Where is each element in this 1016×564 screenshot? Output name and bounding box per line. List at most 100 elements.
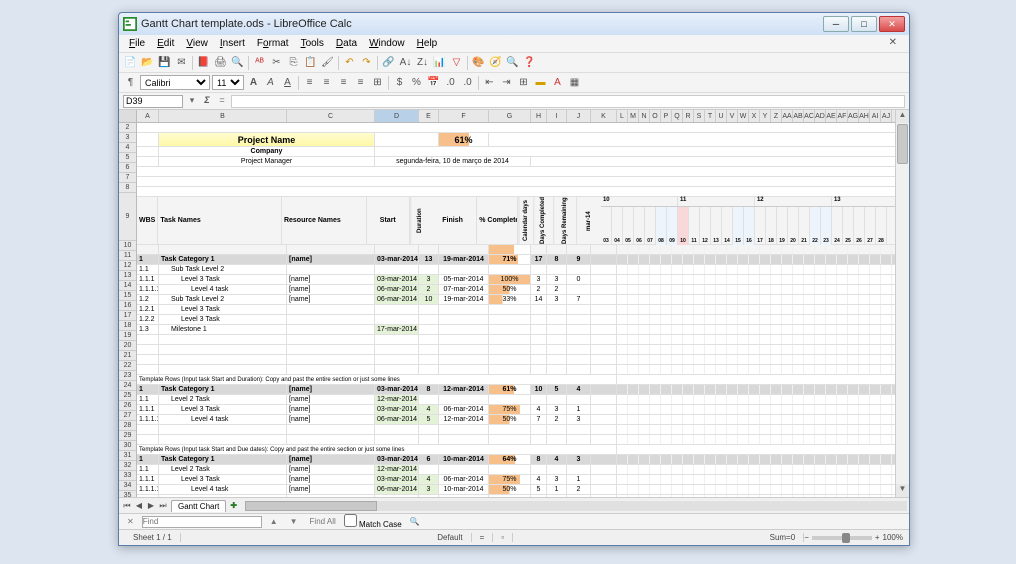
minimize-button[interactable]: ─ (823, 16, 849, 32)
row-header[interactable]: 10 (119, 241, 136, 251)
percent-icon[interactable]: % (409, 75, 424, 90)
add-sheet-icon[interactable]: ✚ (230, 501, 237, 510)
row-header[interactable]: 12 (119, 261, 136, 271)
col-header[interactable]: N (639, 110, 650, 122)
email-icon[interactable]: ✉ (174, 55, 189, 70)
zoom-slider[interactable] (812, 536, 872, 540)
col-header[interactable]: F (439, 110, 489, 122)
pdf-icon[interactable]: 📕 (196, 55, 211, 70)
col-header[interactable]: AC (804, 110, 815, 122)
col-header[interactable]: E (419, 110, 439, 122)
scroll-thumb[interactable] (897, 124, 908, 164)
col-header[interactable]: O (650, 110, 661, 122)
row-header[interactable]: 32 (119, 461, 136, 471)
redo-icon[interactable]: ↷ (359, 55, 374, 70)
status-selection-mode[interactable]: ▫ (493, 533, 513, 542)
fontcolor-icon[interactable]: A (550, 75, 565, 90)
menu-edit[interactable]: Edit (151, 37, 180, 50)
horizontal-scrollbar[interactable] (245, 501, 907, 511)
col-header[interactable]: Y (760, 110, 771, 122)
row-header[interactable]: 18 (119, 321, 136, 331)
sort-asc-icon[interactable]: A↓ (398, 55, 413, 70)
align-left-icon[interactable]: ≡ (302, 75, 317, 90)
merge-icon[interactable]: ⊞ (370, 75, 385, 90)
find-all-button[interactable]: Find All (306, 517, 340, 526)
fontsize-select[interactable]: 11 (212, 75, 244, 90)
align-right-icon[interactable]: ≡ (336, 75, 351, 90)
col-header[interactable]: K (591, 110, 617, 122)
col-header[interactable]: AH (859, 110, 870, 122)
align-justify-icon[interactable]: ≡ (353, 75, 368, 90)
find-next-icon[interactable]: ▼ (286, 517, 302, 526)
navigator-icon[interactable]: 🧭 (488, 55, 503, 70)
equals-icon[interactable]: = (216, 95, 228, 107)
sheet-tab[interactable]: Gantt Chart (171, 500, 226, 512)
tab-first-icon[interactable]: ⏮ (121, 501, 133, 511)
vertical-scrollbar[interactable]: ▲ ▼ (895, 110, 909, 497)
col-header[interactable]: L (617, 110, 628, 122)
col-header[interactable]: P (661, 110, 672, 122)
font-select[interactable]: Calibri (140, 75, 210, 90)
col-header[interactable]: X (749, 110, 760, 122)
find-options-icon[interactable]: 🔍 (406, 517, 424, 526)
row-header[interactable]: 28 (119, 421, 136, 431)
menu-file[interactable]: File (123, 37, 151, 50)
row-header[interactable]: 21 (119, 351, 136, 361)
row-header[interactable]: 34 (119, 481, 136, 491)
spellcheck-icon[interactable]: ᴬᴮ (252, 55, 267, 70)
open-icon[interactable]: 📂 (140, 55, 155, 70)
menu-format[interactable]: Format (251, 37, 295, 50)
cut-icon[interactable]: ✂ (269, 55, 284, 70)
help-icon[interactable]: ❓ (522, 55, 537, 70)
col-header[interactable]: AB (793, 110, 804, 122)
zoom-control[interactable]: − + 100% (804, 533, 903, 542)
align-center-icon[interactable]: ≡ (319, 75, 334, 90)
row-header[interactable]: 16 (119, 301, 136, 311)
col-header[interactable]: AI (870, 110, 881, 122)
sort-desc-icon[interactable]: Z↓ (415, 55, 430, 70)
styles-icon[interactable]: ¶ (123, 75, 138, 90)
row-header[interactable]: 29 (119, 431, 136, 441)
col-header[interactable]: V (727, 110, 738, 122)
find-prev-icon[interactable]: ▲ (266, 517, 282, 526)
new-icon[interactable]: 📄 (123, 55, 138, 70)
col-header[interactable]: AF (837, 110, 848, 122)
row-header[interactable]: 33 (119, 471, 136, 481)
find-close-icon[interactable]: ✕ (123, 517, 138, 526)
col-header[interactable]: M (628, 110, 639, 122)
menu-window[interactable]: Window (363, 37, 411, 50)
indent-inc-icon[interactable]: ⇥ (499, 75, 514, 90)
row-header[interactable]: 31 (119, 451, 136, 461)
underline-icon[interactable]: A (280, 75, 295, 90)
menu-view[interactable]: View (180, 37, 214, 50)
zoom-in-icon[interactable]: + (875, 533, 880, 542)
find-input[interactable] (142, 516, 262, 528)
row-header[interactable]: 25 (119, 391, 136, 401)
row-header[interactable]: 15 (119, 291, 136, 301)
hscroll-thumb[interactable] (245, 501, 377, 511)
tab-next-icon[interactable]: ▶ (145, 501, 157, 510)
row-header[interactable]: 35 (119, 491, 136, 497)
copy-icon[interactable]: ⎘ (286, 55, 301, 70)
col-header[interactable]: T (705, 110, 716, 122)
col-header[interactable]: Z (771, 110, 782, 122)
col-header[interactable]: Q (672, 110, 683, 122)
menu-help[interactable]: Help (411, 37, 444, 50)
row-header[interactable]: 22 (119, 361, 136, 371)
col-header[interactable]: G (489, 110, 531, 122)
row-header[interactable]: 8 (119, 183, 136, 193)
col-header[interactable]: AD (815, 110, 826, 122)
currency-icon[interactable]: $ (392, 75, 407, 90)
menu-data[interactable]: Data (330, 37, 363, 50)
doc-close-icon[interactable]: ✕ (883, 36, 903, 49)
row-header[interactable]: 7 (119, 173, 136, 183)
scroll-down-icon[interactable]: ▼ (896, 484, 909, 497)
row-header[interactable]: 2 (119, 123, 136, 133)
maximize-button[interactable]: □ (851, 16, 877, 32)
scroll-up-icon[interactable]: ▲ (896, 110, 909, 123)
col-header[interactable]: C (287, 110, 375, 122)
zoom-out-icon[interactable]: − (804, 533, 809, 542)
preview-icon[interactable]: 🔍 (230, 55, 245, 70)
name-box[interactable] (123, 95, 183, 108)
tab-last-icon[interactable]: ⏭ (157, 501, 169, 511)
